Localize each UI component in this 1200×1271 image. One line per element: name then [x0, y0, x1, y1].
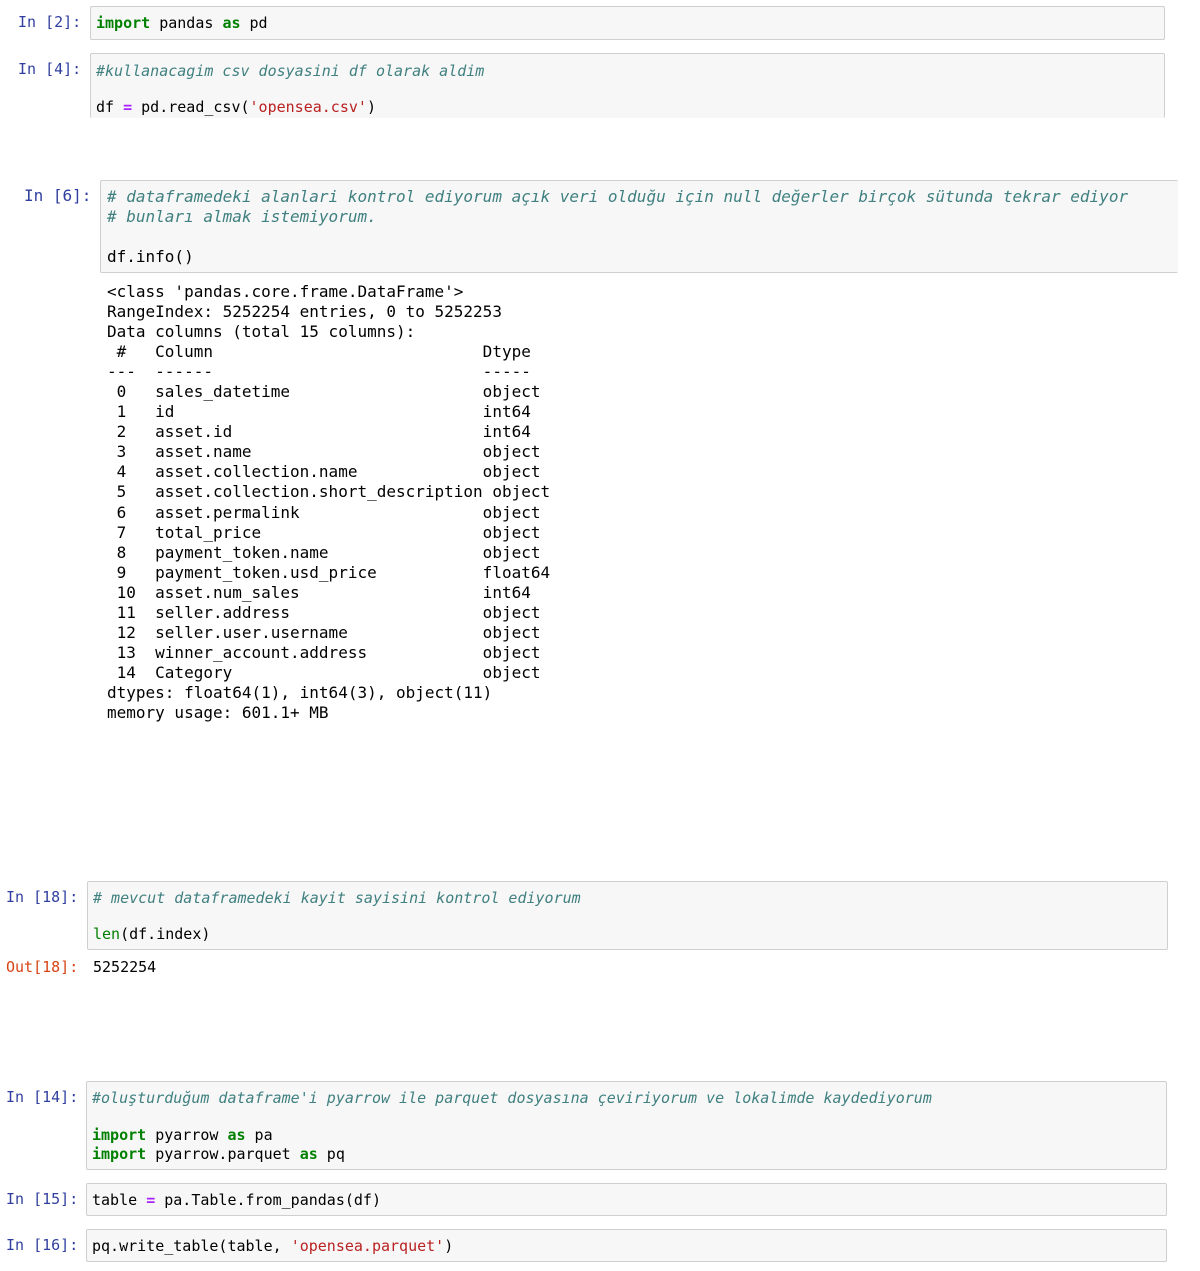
output-prompt: Out[18]: [6, 958, 79, 976]
output-line: 0 sales_datetime object [107, 382, 551, 402]
output-line: 13 winner_account.address object [107, 642, 551, 662]
code-text: pa [245, 1126, 273, 1144]
code-text: pyarrow [146, 1126, 228, 1144]
output-line: 3 asset.name object [107, 442, 551, 462]
keyword: as [227, 1126, 246, 1144]
output-line: dtypes: float64(1), int64(3), object(11) [107, 682, 493, 702]
output-line: 5 asset.collection.short_description obj… [107, 482, 560, 502]
code-text: pa.Table.from_pandas(df) [155, 1191, 381, 1209]
code-comment: #kullanacagim csv dosyasini df olarak al… [96, 62, 485, 80]
code-comment: # dataframedeki alanlari kontrol ediyoru… [107, 187, 1129, 206]
cell-prompt: In [16]: [6, 1236, 79, 1254]
code-text: pq.write_table(table, [92, 1237, 291, 1255]
output-line: 8 payment_token.name object [107, 542, 551, 562]
code-line: import pyarrow.parquet as pq [92, 1145, 345, 1163]
keyword: import [92, 1126, 147, 1144]
operator: = [146, 1191, 156, 1209]
code-text: table [92, 1191, 147, 1209]
output-line: 6 asset.permalink object [107, 502, 551, 522]
output-line: 14 Category object [107, 662, 551, 682]
code-comment: # bunları almak istemiyorum. [107, 207, 377, 226]
output-line: 10 asset.num_sales int64 [107, 582, 551, 602]
code-text: pd.read_csv( [132, 98, 250, 116]
code-text: pd [240, 14, 268, 32]
output-line: # Column Dtype [107, 342, 551, 362]
code-text: pandas [150, 14, 223, 32]
output-line: memory usage: 601.1+ MB [107, 702, 329, 722]
cell-prompt: In [6]: [24, 186, 92, 205]
cell-prompt: In [15]: [6, 1190, 79, 1208]
output-line: Data columns (total 15 columns): [107, 322, 416, 342]
code-cell-write-table[interactable]: pq.write_table(table, 'opensea.parquet') [86, 1229, 1167, 1262]
code-text: pyarrow.parquet [146, 1145, 300, 1163]
code-comment: # mevcut dataframedeki kayit sayisini ko… [93, 889, 581, 907]
string-literal: 'opensea.parquet' [290, 1237, 445, 1255]
code-line: import pyarrow as pa [92, 1126, 273, 1144]
keyword: as [299, 1145, 318, 1163]
code-text: (df.index) [120, 925, 211, 943]
output-line: --- ------ ----- [107, 362, 551, 382]
code-cell-df-info[interactable]: # dataframedeki alanlari kontrol ediyoru… [100, 180, 1178, 273]
keyword: import [92, 1145, 147, 1163]
output-line: 4 asset.collection.name object [107, 462, 551, 482]
keyword: as [222, 14, 241, 32]
code-cell-read-csv[interactable]: #kullanacagim csv dosyasini df olarak al… [90, 53, 1165, 118]
code-comment: #oluşturduğum dataframe'i pyarrow ile pa… [92, 1089, 932, 1107]
output-line: 11 seller.address object [107, 602, 551, 622]
cell-prompt: In [18]: [6, 888, 79, 906]
code-text: ) [366, 98, 376, 116]
code-text: ) [444, 1237, 454, 1255]
code-cell-len-index[interactable]: # mevcut dataframedeki kayit sayisini ko… [87, 881, 1168, 950]
operator: = [123, 98, 133, 116]
cell-prompt: In [14]: [6, 1088, 79, 1106]
code-cell-from-pandas[interactable]: table = pa.Table.from_pandas(df) [86, 1183, 1167, 1216]
keyword: import [96, 14, 151, 32]
code-line: len(df.index) [93, 925, 210, 943]
output-line: 12 seller.user.username object [107, 622, 551, 642]
code-line: table = pa.Table.from_pandas(df) [92, 1191, 381, 1209]
output-line: 9 payment_token.usd_price float64 [107, 562, 551, 582]
code-line: df = pd.read_csv('opensea.csv') [96, 98, 376, 116]
output-line: 2 asset.id int64 [107, 422, 551, 442]
string-literal: 'opensea.csv' [249, 98, 367, 116]
cell-prompt: In [2]: [18, 13, 82, 31]
builtin-function: len [93, 925, 121, 943]
output-line: 7 total_price object [107, 522, 551, 542]
output-line: RangeIndex: 5252254 entries, 0 to 525225… [107, 302, 502, 322]
cell-prompt: In [4]: [18, 60, 82, 78]
code-line: pq.write_table(table, 'opensea.parquet') [92, 1237, 453, 1255]
output-line: <class 'pandas.core.frame.DataFrame'> [107, 282, 464, 301]
code-cell-import-pandas[interactable]: import pandas as pd [90, 6, 1165, 40]
code-line: import pandas as pd [96, 14, 268, 32]
df-info-output: <class 'pandas.core.frame.DataFrame'> Ran… [107, 282, 560, 723]
code-text: df [96, 98, 124, 116]
code-line: df.info() [107, 247, 194, 266]
code-cell-import-pyarrow[interactable]: #oluşturduğum dataframe'i pyarrow ile pa… [86, 1081, 1167, 1170]
code-text: pq [317, 1145, 345, 1163]
output-line: 1 id int64 [107, 402, 551, 422]
output-value: 5252254 [93, 958, 157, 976]
